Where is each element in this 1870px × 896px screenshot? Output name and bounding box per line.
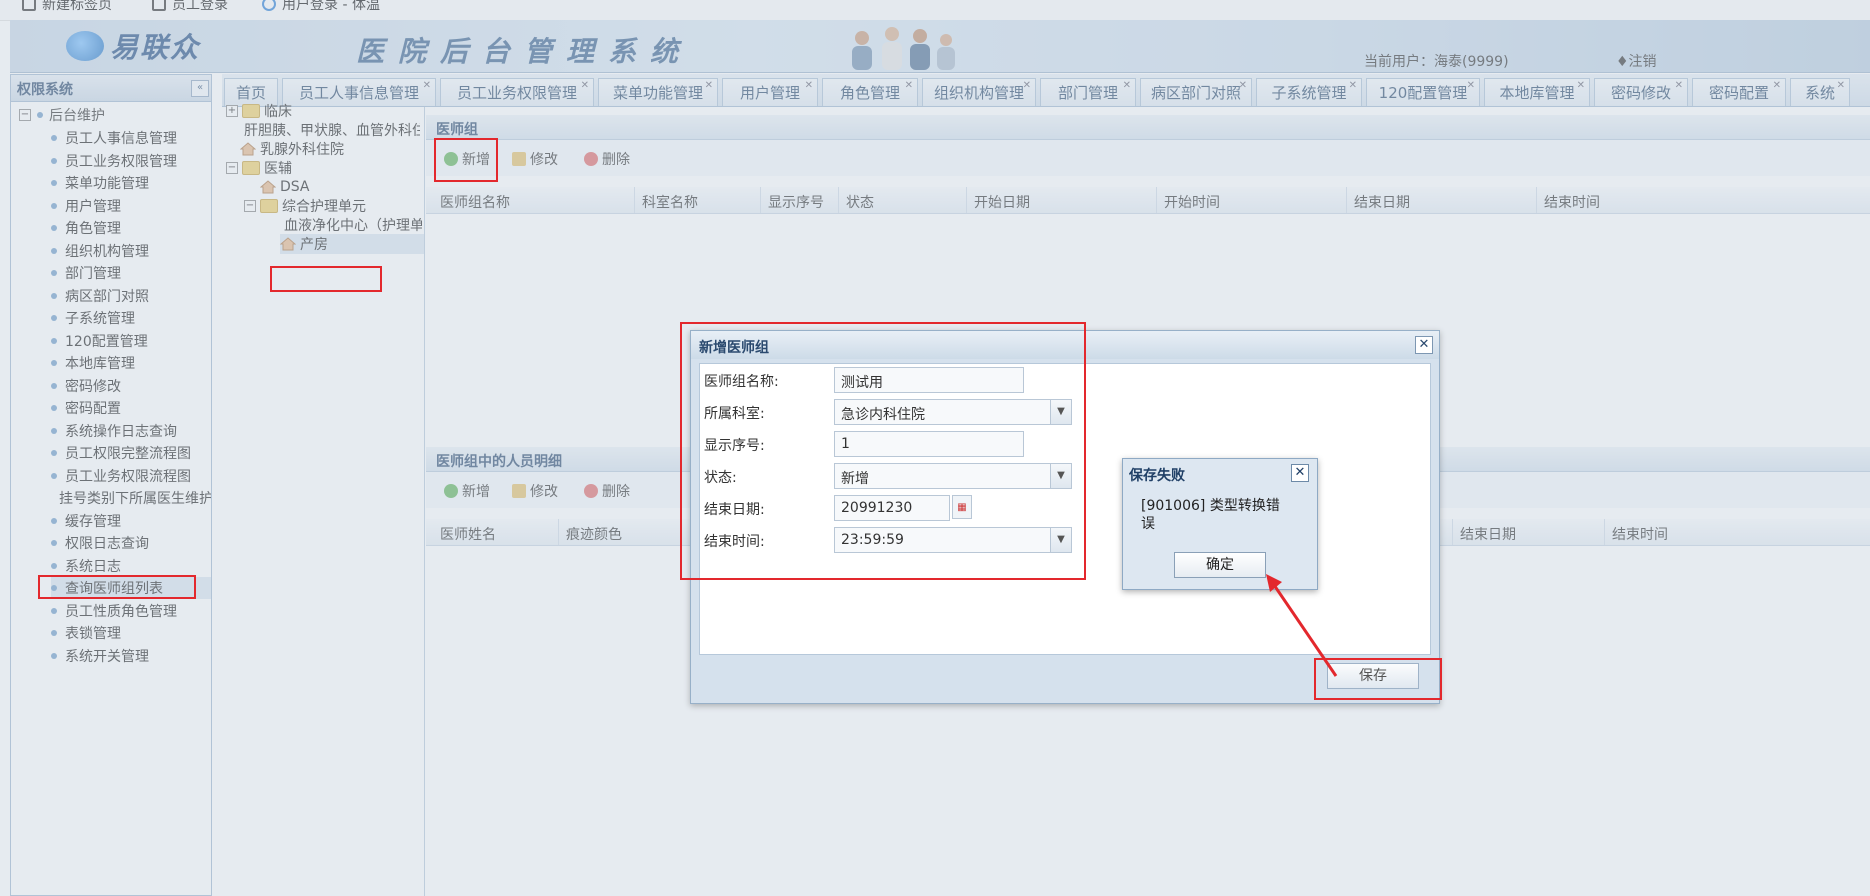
error-message: [901006] 类型转换错误 bbox=[1141, 498, 1280, 532]
annotation-box-add bbox=[434, 138, 498, 182]
close-icon[interactable]: ✕ bbox=[1291, 464, 1309, 482]
annotation-box-sidebar bbox=[38, 575, 196, 599]
ok-button[interactable]: 确定 bbox=[1174, 552, 1266, 578]
annotation-box-dialog bbox=[680, 322, 1086, 580]
annotation-box-tree bbox=[270, 266, 382, 292]
close-icon[interactable]: ✕ bbox=[1415, 336, 1433, 354]
annotation-arrow-icon bbox=[1266, 574, 1338, 677]
popup-header: 保存失败 ✕ bbox=[1123, 459, 1317, 487]
popup-title: 保存失败 bbox=[1129, 468, 1185, 484]
